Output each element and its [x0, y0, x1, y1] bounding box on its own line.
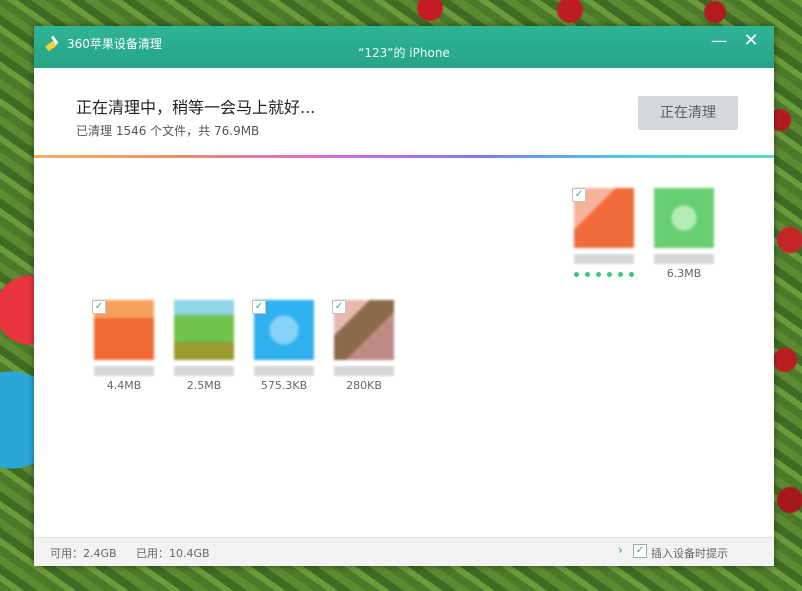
footer-bar: 可用：2.4GB 已用：10.4GB › ✓ 插入设备时提示: [34, 537, 774, 566]
file-name-blurred: [574, 254, 634, 264]
file-item[interactable]: 6.3MB: [644, 188, 724, 280]
tip-checkbox[interactable]: ✓: [633, 544, 647, 558]
file-name-blurred: [174, 366, 234, 376]
title-bar: 360苹果设备清理 “123”的 iPhone — ✕: [34, 26, 774, 68]
tip-label[interactable]: 插入设备时提示: [651, 545, 728, 561]
available-space: 可用：2.4GB: [50, 547, 117, 560]
file-name-blurred: [334, 366, 394, 376]
checkbox-icon[interactable]: ✓: [252, 300, 266, 314]
file-size: 2.5MB: [186, 379, 222, 392]
cleanup-window: 360苹果设备清理 “123”的 iPhone — ✕ 正在清理中，稍等一会马上…: [34, 26, 774, 566]
status-subtitle: 已清理 1546 个文件，共 76.9MB: [76, 124, 260, 138]
file-size: 575.3KB: [260, 379, 308, 392]
file-area: ✓ 6.3MB ✓ 4.4MB 2.5MB ✓ 575.3KB ✓ 280KB: [34, 158, 774, 538]
minimize-button[interactable]: —: [708, 30, 730, 52]
file-name-blurred: [94, 366, 154, 376]
file-item[interactable]: 2.5MB: [164, 300, 244, 392]
checkbox-icon[interactable]: ✓: [572, 188, 586, 202]
file-name-blurred: [654, 254, 714, 264]
file-item[interactable]: ✓ 575.3KB: [244, 300, 324, 392]
cleaning-button[interactable]: 正在清理: [638, 96, 738, 130]
file-item[interactable]: ✓: [564, 188, 644, 277]
file-name-blurred: [254, 366, 314, 376]
file-item[interactable]: ✓ 4.4MB: [84, 300, 164, 392]
green-app-icon: [654, 188, 714, 248]
used-space: 已用：10.4GB: [136, 547, 210, 560]
checkbox-icon[interactable]: ✓: [332, 300, 346, 314]
green-game-icon: [174, 300, 234, 360]
status-title: 正在清理中，稍等一会马上就好...: [76, 98, 316, 117]
file-item[interactable]: ✓ 280KB: [324, 300, 404, 392]
progress-dots: [574, 272, 634, 277]
chevron-right-icon[interactable]: ›: [618, 543, 623, 557]
device-name: “123”的 iPhone: [358, 46, 450, 60]
close-button[interactable]: ✕: [740, 30, 762, 52]
checkbox-icon[interactable]: ✓: [92, 300, 106, 314]
file-size: 4.4MB: [106, 379, 142, 392]
file-size: 280KB: [346, 379, 382, 392]
file-size: 6.3MB: [666, 267, 702, 280]
status-header: 正在清理中，稍等一会马上就好... 已清理 1546 个文件，共 76.9MB …: [34, 68, 774, 156]
